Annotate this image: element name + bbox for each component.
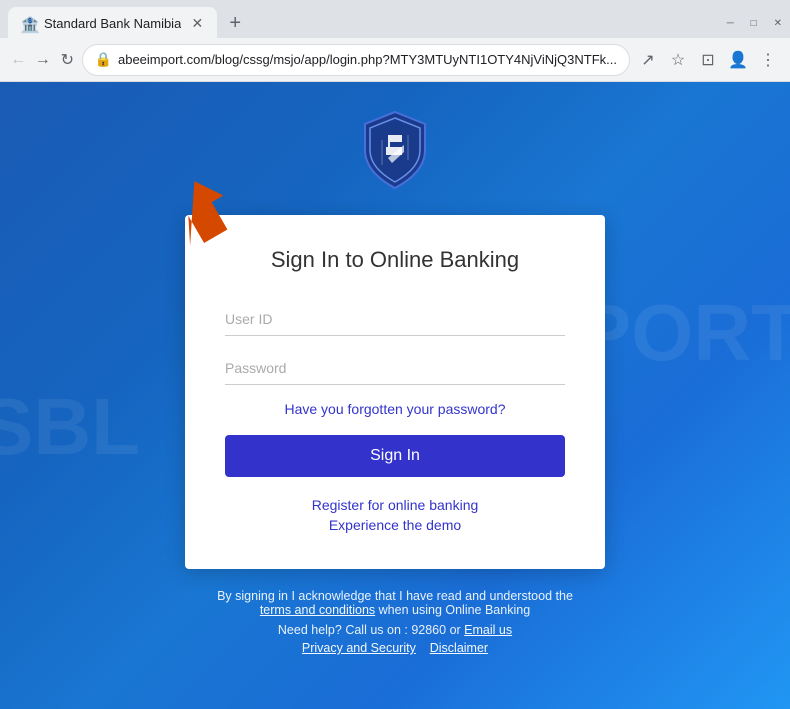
tab-close-button[interactable]: ✕ [189,15,205,31]
userid-field [225,303,565,336]
card-links: Register for online banking Experience t… [225,497,565,533]
forward-button[interactable]: → [33,46,54,74]
browser-chrome: 🏦 Standard Bank Namibia ✕ + ─ □ ✕ ← → ↻ … [0,0,790,82]
back-button[interactable]: ← [8,46,29,74]
card-title: Sign In to Online Banking [225,247,565,273]
help-line: Need help? Call us on : 92860 or Email u… [217,623,573,637]
profile-button[interactable]: 👤 [724,46,752,74]
terms-line: By signing in I acknowledge that I have … [217,589,573,617]
forgot-password-link[interactable]: Have you forgotten your password? [225,401,565,419]
bottom-links: Privacy and Security Disclaimer [217,641,573,655]
demo-link[interactable]: Experience the demo [225,517,565,533]
reload-button[interactable]: ↻ [57,46,78,74]
help-text: Need help? [278,623,342,637]
menu-button[interactable]: ⋮ [754,46,782,74]
window-controls: ─ □ ✕ [727,14,782,32]
email-link[interactable]: Email us [464,623,512,637]
close-icon[interactable]: ✕ [774,18,782,29]
maximize-icon[interactable]: □ [751,18,757,29]
share-button[interactable]: ↗ [634,46,662,74]
password-input[interactable] [225,352,565,385]
footer-line1: By signing in I acknowledge that I have … [217,589,573,603]
url-display: abeeimport.com/blog/cssg/msjo/app/login.… [118,52,617,67]
terms-link[interactable]: terms and conditions [260,603,375,617]
signin-button[interactable]: Sign In [225,435,565,477]
bg-watermark-left: SBL [0,381,140,473]
tab-favicon: 🏦 [20,15,36,31]
minimize-icon[interactable]: ─ [727,18,734,29]
forgot-password-anchor[interactable]: Have you forgotten your password? [284,401,505,417]
bookmark-button[interactable]: ☆ [664,46,692,74]
browser-tab[interactable]: 🏦 Standard Bank Namibia ✕ [8,7,217,39]
new-tab-button[interactable]: + [221,8,249,39]
browser-toolbar: ← → ↻ 🔒 abeeimport.com/blog/cssg/msjo/ap… [0,38,790,82]
address-bar[interactable]: 🔒 abeeimport.com/blog/cssg/msjo/app/logi… [82,44,630,76]
page-content: SBL SPORT Sign In to Online Banking [0,82,790,709]
lock-icon: 🔒 [95,51,112,68]
bank-logo [360,110,430,195]
split-view-button[interactable]: ⊡ [694,46,722,74]
tab-title: Standard Bank Namibia [44,16,181,31]
userid-input[interactable] [225,303,565,336]
toolbar-actions: ↗ ☆ ⊡ 👤 ⋮ [634,46,782,74]
privacy-link[interactable]: Privacy and Security [302,641,416,655]
login-card: Sign In to Online Banking Have you forgo… [185,215,605,569]
disclaimer-link[interactable]: Disclaimer [430,641,488,655]
register-link[interactable]: Register for online banking [225,497,565,513]
page-footer: By signing in I acknowledge that I have … [217,589,573,659]
footer-line2: when using Online Banking [379,603,531,617]
call-text: Call us on : 92860 or [345,623,460,637]
title-bar: 🏦 Standard Bank Namibia ✕ + ─ □ ✕ [0,0,790,38]
password-field [225,352,565,385]
